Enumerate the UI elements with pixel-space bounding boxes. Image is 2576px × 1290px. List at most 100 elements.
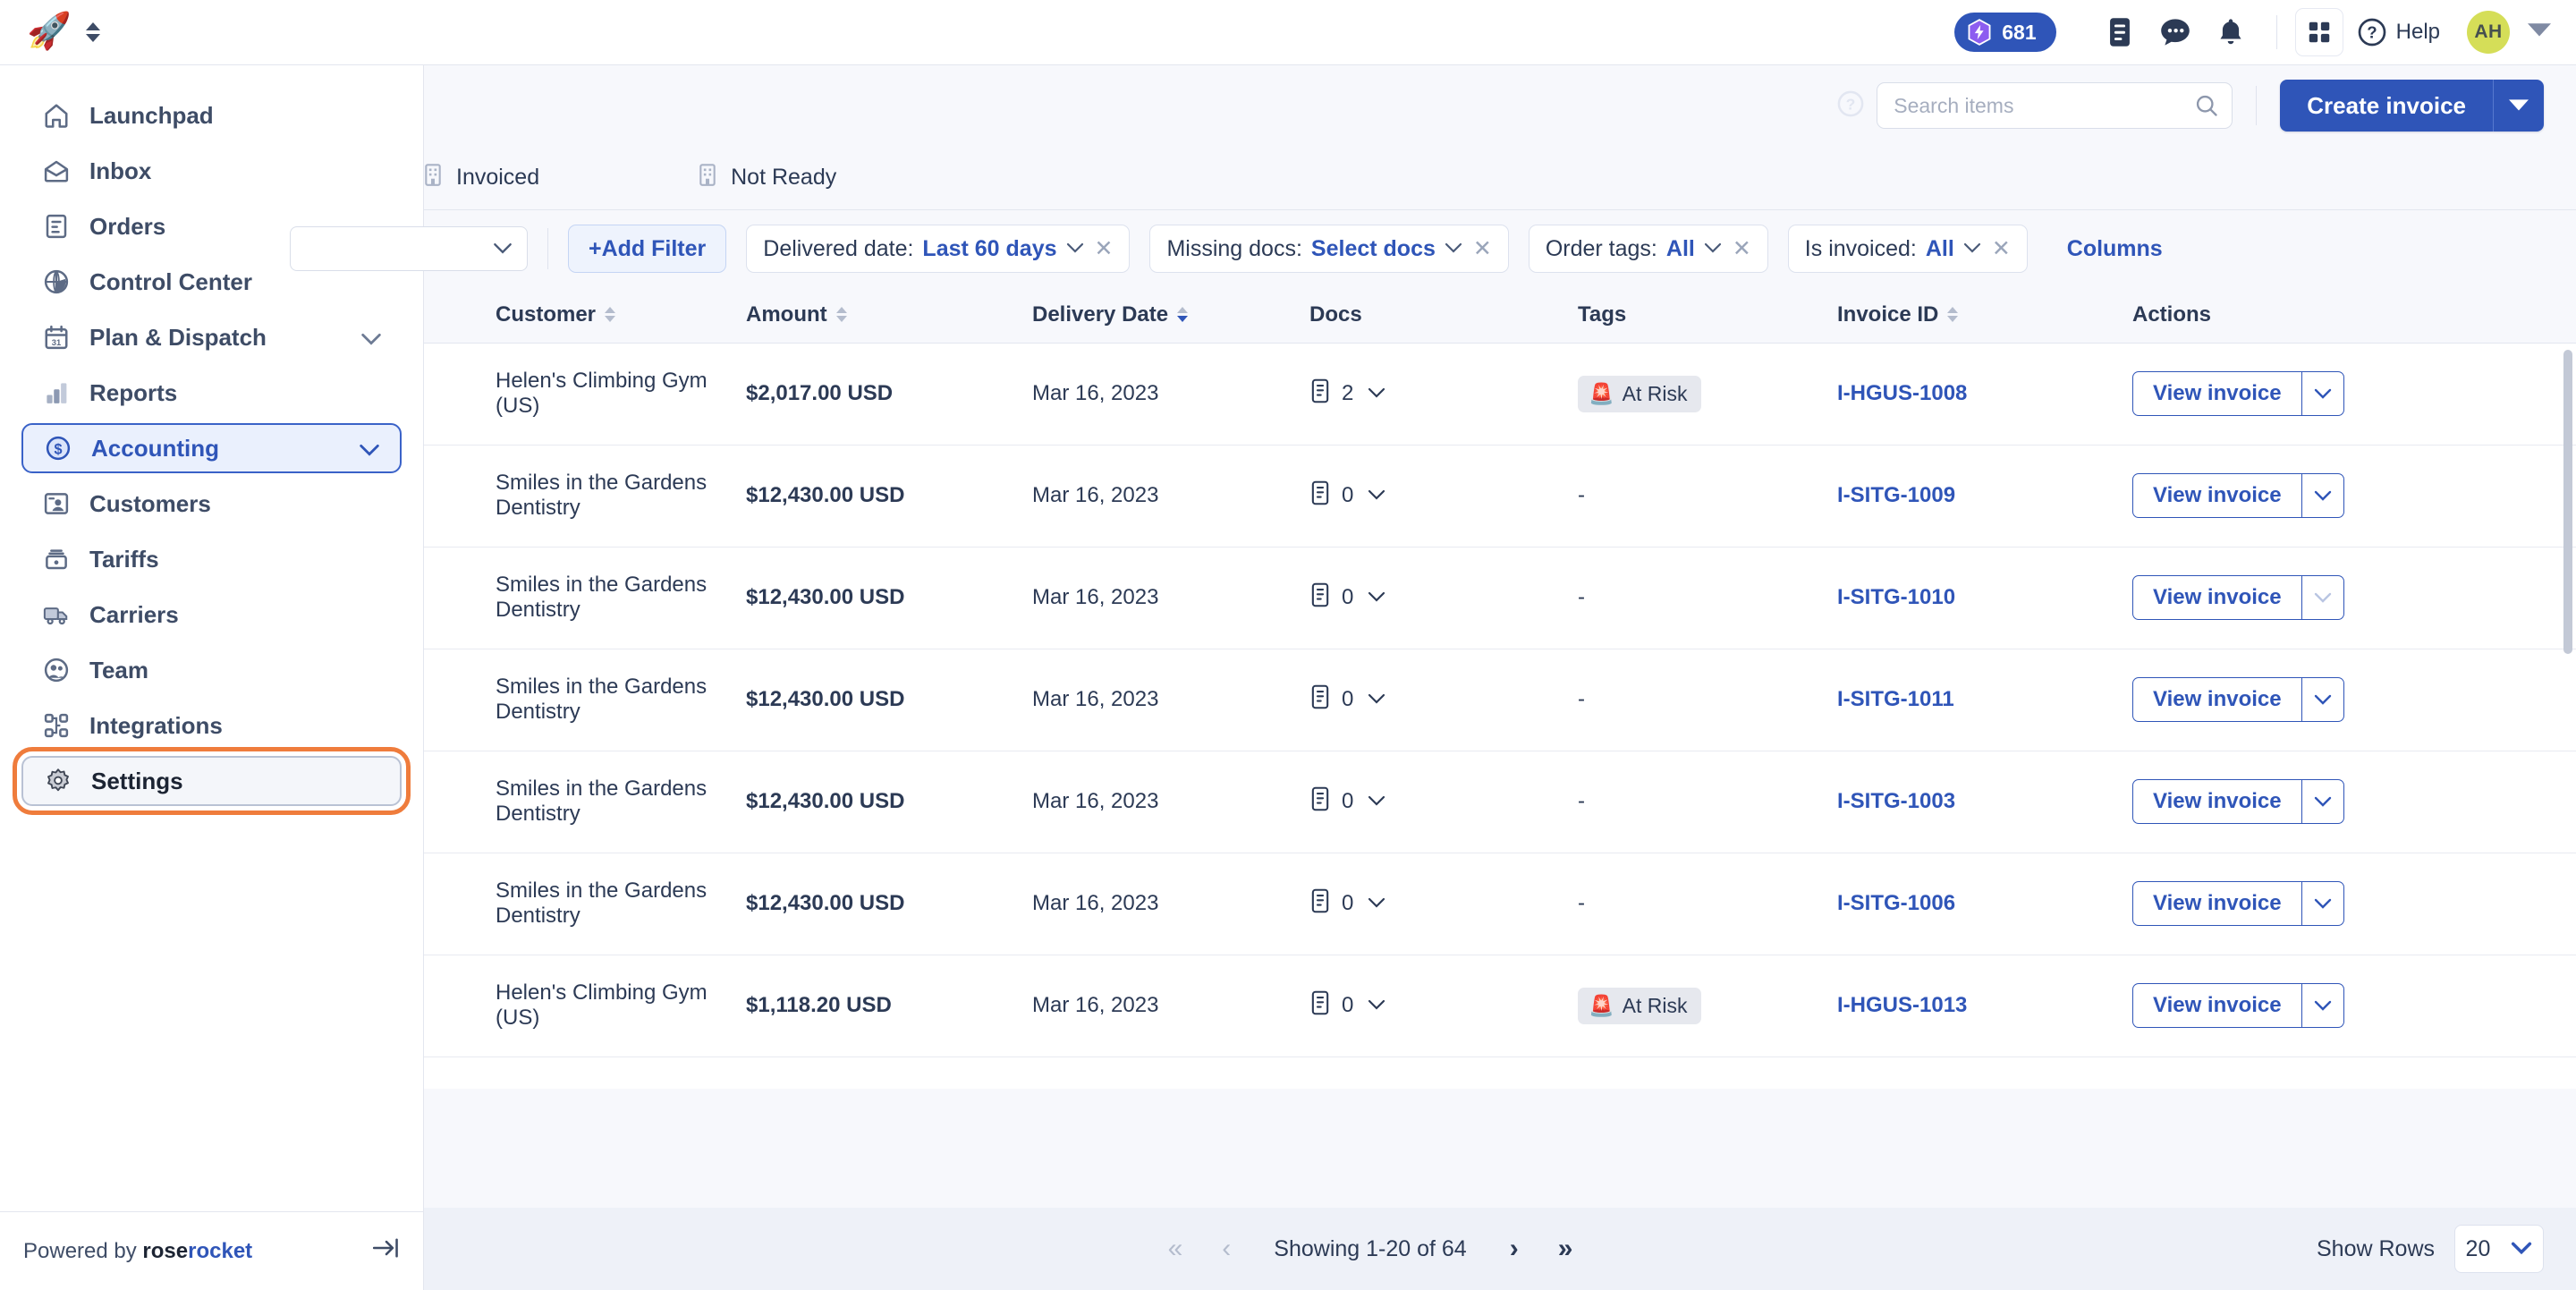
sort-arrows-icon[interactable] bbox=[605, 307, 616, 323]
column-header-customer[interactable]: Customer bbox=[496, 287, 746, 344]
create-invoice-button[interactable]: Create invoice bbox=[2280, 80, 2493, 132]
cell-invoice-id[interactable]: I-SITG-1010 bbox=[1837, 547, 2132, 649]
cell-docs[interactable]: 0 bbox=[1309, 751, 1578, 853]
view-invoice-dropdown-chevron-down-icon[interactable] bbox=[2302, 576, 2343, 619]
view-invoice-button[interactable]: View invoice bbox=[2133, 474, 2301, 517]
view-invoice-button[interactable]: View invoice bbox=[2133, 780, 2301, 823]
cell-docs[interactable]: 0 bbox=[1309, 955, 1578, 1057]
sidebar-item-inbox[interactable]: Inbox bbox=[21, 146, 402, 196]
sidebar-item-carriers[interactable]: Carriers bbox=[21, 590, 402, 640]
chevron-down-icon[interactable] bbox=[1368, 894, 1385, 913]
view-invoice-dropdown-chevron-down-icon[interactable] bbox=[2302, 882, 2343, 925]
filter-chip-is-invoiced[interactable]: Is invoiced: All ✕ bbox=[1787, 225, 2028, 273]
view-invoice-dropdown-chevron-down-icon[interactable] bbox=[2302, 984, 2343, 1027]
cell-invoice-id[interactable]: I-SITG-1011 bbox=[1837, 649, 2132, 751]
cell-invoice-id[interactable]: I-SITG-1003 bbox=[1837, 751, 2132, 853]
up-down-chevron-icon[interactable] bbox=[85, 22, 100, 42]
sort-arrows-icon[interactable] bbox=[835, 307, 847, 323]
chevron-down-icon[interactable] bbox=[1066, 239, 1084, 259]
columns-button[interactable]: Columns bbox=[2067, 236, 2163, 262]
chevron-down-icon[interactable] bbox=[1704, 239, 1722, 259]
chevron-down-icon[interactable] bbox=[1368, 486, 1385, 505]
avatar[interactable]: AH bbox=[2467, 11, 2510, 54]
sidebar-item-plan-dispatch[interactable]: 31 Plan & Dispatch bbox=[21, 312, 402, 362]
tab-not-ready[interactable]: Not Ready bbox=[663, 146, 870, 210]
cell-docs[interactable]: 0 bbox=[1309, 649, 1578, 751]
close-icon[interactable]: ✕ bbox=[1473, 235, 1492, 262]
add-filter-button[interactable]: +Add Filter bbox=[568, 225, 727, 273]
table-row[interactable]: Smiles in the Gardens Dentistry $12,430.0… bbox=[424, 853, 2576, 955]
sidebar-item-settings[interactable]: Settings bbox=[13, 747, 411, 815]
sidebar-item-reports[interactable]: Reports bbox=[21, 368, 402, 418]
grid-apps-icon[interactable] bbox=[2294, 8, 2343, 56]
view-invoice-button[interactable]: View invoice bbox=[2133, 984, 2301, 1027]
sort-arrows-icon[interactable] bbox=[1177, 307, 1189, 323]
table-row[interactable]: Smiles in the Gardens Dentistry $12,430.0… bbox=[424, 751, 2576, 853]
show-rows-select[interactable]: 20 bbox=[2454, 1225, 2544, 1273]
sidebar-item-customers[interactable]: Customers bbox=[21, 479, 402, 529]
first-page-button[interactable]: « bbox=[1148, 1234, 1203, 1264]
invoice-id-link[interactable]: I-SITG-1006 bbox=[1837, 891, 1955, 915]
prev-page-button[interactable]: ‹ bbox=[1202, 1234, 1250, 1264]
tab-invoiced[interactable]: Invoiced bbox=[388, 146, 573, 210]
filter-chip-missing-docs[interactable]: Missing docs: Select docs ✕ bbox=[1149, 225, 1509, 273]
table-scrollbar-thumb[interactable] bbox=[2563, 350, 2572, 654]
table-row[interactable]: Smiles in the Gardens Dentistry $12,430.0… bbox=[424, 547, 2576, 649]
question-circle-icon[interactable]: ? bbox=[1837, 90, 1864, 122]
last-page-button[interactable]: » bbox=[1538, 1234, 1593, 1264]
rocket-icon[interactable]: 🚀 bbox=[27, 13, 72, 49]
close-icon[interactable]: ✕ bbox=[1992, 235, 2011, 262]
table-row[interactable]: Helen's Climbing Gym (US) $1,118.20 USD Ma… bbox=[424, 955, 2576, 1057]
chevron-down-icon[interactable] bbox=[1368, 996, 1385, 1015]
table-row[interactable]: Smiles in the Gardens Dentistry $12,430.0… bbox=[424, 649, 2576, 751]
chevron-down-icon[interactable] bbox=[1368, 588, 1385, 607]
view-invoice-dropdown-chevron-down-icon[interactable] bbox=[2302, 678, 2343, 721]
chevron-down-icon[interactable] bbox=[359, 435, 380, 463]
help-button[interactable]: ? Help bbox=[2358, 18, 2440, 47]
table-scrollbar[interactable] bbox=[2563, 350, 2572, 1030]
cell-docs[interactable]: 0 bbox=[1309, 853, 1578, 955]
view-invoice-dropdown-chevron-down-icon[interactable] bbox=[2302, 780, 2343, 823]
sidebar-item-launchpad[interactable]: Launchpad bbox=[21, 90, 402, 140]
sidebar-item-accounting[interactable]: $ Accounting bbox=[21, 423, 402, 473]
sidebar-item-integrations[interactable]: Integrations bbox=[21, 700, 402, 751]
cell-docs[interactable]: 2 bbox=[1309, 343, 1578, 446]
column-header-invoice[interactable]: Invoice ID bbox=[1837, 287, 2132, 344]
sidebar-item-team[interactable]: Team bbox=[21, 645, 402, 695]
chevron-down-icon[interactable] bbox=[1445, 239, 1462, 259]
next-page-button[interactable]: › bbox=[1490, 1234, 1538, 1264]
invoice-id-link[interactable]: I-HGUS-1008 bbox=[1837, 381, 1967, 405]
filter-chip-delivered-date[interactable]: Delivered date: Last 60 days ✕ bbox=[746, 225, 1131, 273]
table-row[interactable]: Helen's Climbing Gym (US) $2,017.00 USD Ma… bbox=[424, 343, 2576, 446]
view-invoice-dropdown-chevron-down-icon[interactable] bbox=[2302, 372, 2343, 415]
close-icon[interactable]: ✕ bbox=[1095, 235, 1114, 262]
sidebar-item-tariffs[interactable]: Tariffs bbox=[21, 534, 402, 584]
cell-docs[interactable]: 0 bbox=[1309, 445, 1578, 547]
chevron-down-icon[interactable] bbox=[1368, 792, 1385, 811]
cell-invoice-id[interactable]: I-HGUS-1013 bbox=[1837, 955, 2132, 1057]
view-invoice-button[interactable]: View invoice bbox=[2133, 372, 2301, 415]
search-input[interactable] bbox=[1894, 93, 2195, 118]
cell-invoice-id[interactable]: I-SITG-1009 bbox=[1837, 445, 2132, 547]
cell-invoice-id[interactable]: I-HGUS-1008 bbox=[1837, 343, 2132, 446]
close-icon[interactable]: ✕ bbox=[1733, 235, 1751, 262]
cell-invoice-id[interactable]: I-SITG-1006 bbox=[1837, 853, 2132, 955]
invoice-id-link[interactable]: I-SITG-1011 bbox=[1837, 687, 1954, 711]
view-invoice-button[interactable]: View invoice bbox=[2133, 882, 2301, 925]
view-invoice-button[interactable]: View invoice bbox=[2133, 678, 2301, 721]
chevron-down-icon[interactable] bbox=[2528, 22, 2551, 42]
invoice-id-link[interactable]: I-SITG-1003 bbox=[1837, 789, 1955, 813]
chevron-down-icon[interactable] bbox=[1963, 239, 1981, 259]
chevron-down-icon[interactable] bbox=[1368, 384, 1385, 403]
search-icon[interactable] bbox=[2194, 93, 2219, 118]
status-badge[interactable]: 🚨 At Risk bbox=[1578, 987, 1702, 1024]
bell-icon[interactable] bbox=[2203, 7, 2258, 57]
invoice-id-link[interactable]: I-SITG-1009 bbox=[1837, 483, 1955, 507]
invoice-id-link[interactable]: I-HGUS-1013 bbox=[1837, 993, 1967, 1017]
collapse-sidebar-icon[interactable] bbox=[372, 1236, 400, 1266]
sort-arrows-icon[interactable] bbox=[1947, 307, 1959, 323]
saved-view-select[interactable] bbox=[290, 226, 528, 271]
view-invoice-dropdown-chevron-down-icon[interactable] bbox=[2302, 474, 2343, 517]
create-invoice-dropdown-chevron-down-icon[interactable] bbox=[2494, 80, 2544, 132]
chat-bubble-icon[interactable] bbox=[2148, 7, 2203, 57]
